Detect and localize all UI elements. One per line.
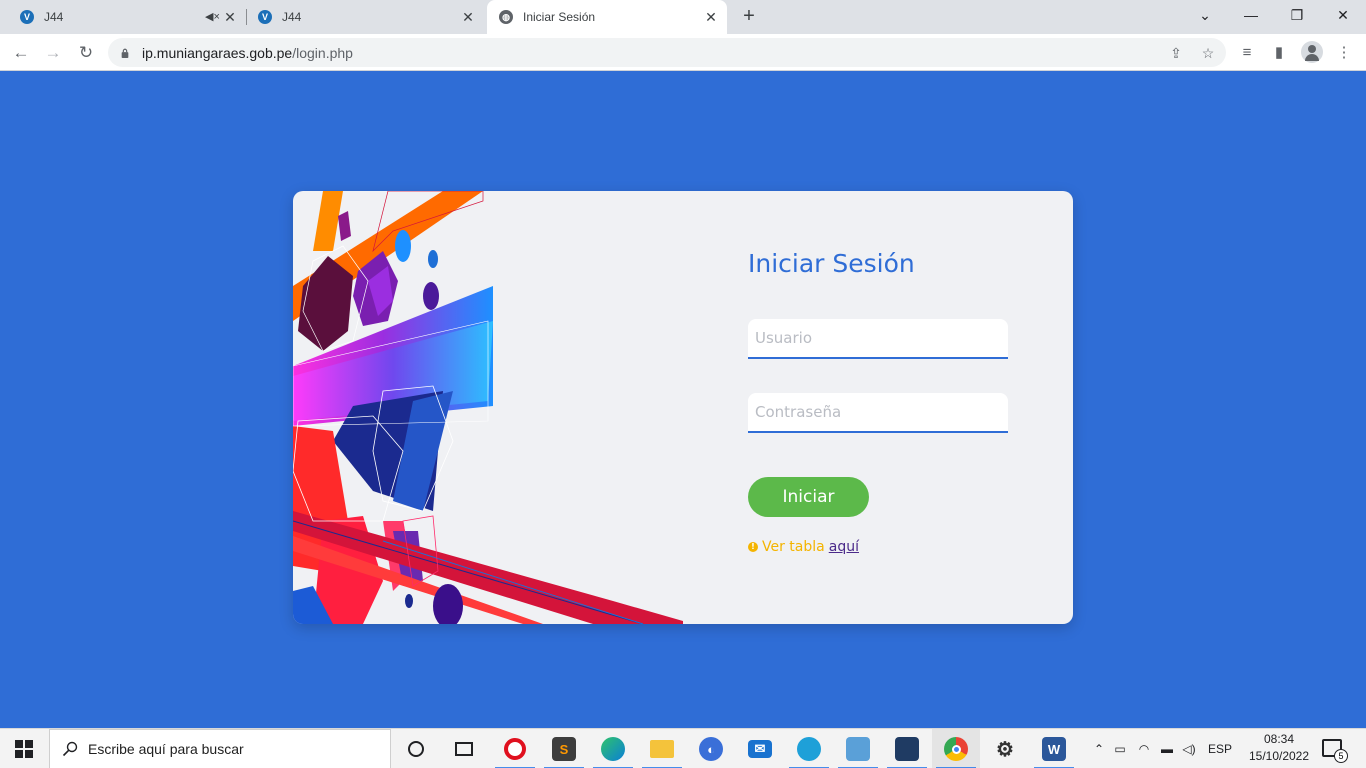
- task-view-icon[interactable]: [440, 729, 488, 768]
- settings-gear-icon[interactable]: ⚙: [981, 729, 1029, 768]
- address-bar[interactable]: ip.muniangaraes.gob.pe/login.php ⇪ ☆: [108, 38, 1226, 67]
- search-icon: [62, 741, 78, 757]
- close-tab-icon[interactable]: ✕: [460, 9, 476, 25]
- show-hidden-icons-chevron-icon[interactable]: ⌃: [1090, 742, 1108, 756]
- input-language[interactable]: ESP: [1208, 742, 1232, 756]
- file-explorer-icon[interactable]: [638, 729, 686, 768]
- app-icon[interactable]: [834, 729, 882, 768]
- bookmark-star-icon[interactable]: ☆: [1198, 43, 1218, 63]
- browser-tab-2[interactable]: V J44 ✕: [258, 0, 484, 34]
- password-field[interactable]: [748, 393, 1008, 433]
- info-circle-icon: !: [748, 542, 758, 552]
- opera-icon[interactable]: [491, 729, 539, 768]
- volume-icon[interactable]: ◁): [1178, 742, 1200, 756]
- side-panel-icon[interactable]: ▮: [1268, 42, 1290, 64]
- app-icon[interactable]: [785, 729, 833, 768]
- tab-divider: [246, 9, 247, 25]
- close-window-button[interactable]: ✕: [1320, 0, 1366, 30]
- lock-icon[interactable]: [120, 48, 130, 58]
- tab-strip: V J44 ◀︎× ✕ V J44 ✕ ◍ Iniciar Sesión ✕ +…: [0, 0, 1366, 34]
- share-icon[interactable]: ⇪: [1166, 43, 1186, 63]
- wifi-icon[interactable]: ◠: [1132, 742, 1156, 756]
- url-text: ip.muniangaraes.gob.pe/login.php: [142, 45, 353, 61]
- username-field[interactable]: [748, 319, 1008, 359]
- speaker-muted-icon[interactable]: ◀︎×: [205, 10, 220, 23]
- meet-now-icon[interactable]: ▭: [1108, 742, 1132, 756]
- site-favicon-icon: V: [258, 10, 272, 24]
- clock-time: 08:34: [1263, 732, 1295, 746]
- info-text: Ver tabla: [762, 539, 825, 555]
- system-tray: ⌃ ▭ ◠ ▬ ◁) ESP: [1090, 729, 1232, 768]
- browser-tab-1[interactable]: V J44 ◀︎× ✕: [20, 0, 247, 34]
- tab-title: Iniciar Sesión: [523, 10, 596, 24]
- close-tab-icon[interactable]: ✕: [703, 9, 719, 25]
- browser-toolbar: ← → ↻ ip.muniangaraes.gob.pe/login.php ⇪…: [0, 34, 1366, 71]
- login-title: Iniciar Sesión: [748, 249, 915, 278]
- chrome-icon[interactable]: [932, 729, 980, 768]
- restore-button[interactable]: ❐: [1274, 0, 1320, 30]
- mail-icon[interactable]: ✉: [736, 729, 784, 768]
- tab-title: J44: [44, 10, 64, 24]
- profile-avatar-icon[interactable]: [1301, 41, 1323, 63]
- windows-logo-icon: [15, 740, 33, 758]
- app-icon[interactable]: ◐: [687, 729, 735, 768]
- start-button[interactable]: [0, 729, 48, 768]
- word-icon[interactable]: W: [1030, 729, 1078, 768]
- globe-icon: ◍: [499, 10, 513, 24]
- taskbar-clock[interactable]: 08:34 15/10/2022: [1244, 731, 1314, 765]
- url-path: /login.php: [292, 44, 353, 61]
- cortana-icon[interactable]: [392, 729, 440, 768]
- back-button[interactable]: ←: [8, 40, 34, 66]
- view-table-link[interactable]: aquí: [829, 539, 859, 555]
- windows-taskbar: Escribe aquí para buscar S ◐ ✉ ⚙ W ⌃ ▭ ◠…: [0, 728, 1366, 768]
- reading-list-icon[interactable]: ≡: [1236, 42, 1258, 64]
- search-placeholder: Escribe aquí para buscar: [88, 741, 244, 757]
- site-favicon-icon: V: [20, 10, 34, 24]
- decorative-abstract-illustration: [293, 191, 683, 624]
- password-input[interactable]: [755, 393, 1008, 431]
- menu-kebab-icon[interactable]: ⋮: [1333, 42, 1355, 64]
- battery-icon[interactable]: ▬: [1156, 742, 1178, 756]
- notification-count-badge: 5: [1334, 749, 1348, 763]
- sublime-text-icon[interactable]: S: [540, 729, 588, 768]
- login-form: Iniciar Sesión Iniciar ! Ver tabla aquí: [748, 191, 1048, 624]
- reload-button[interactable]: ↻: [73, 40, 99, 66]
- mysql-workbench-icon[interactable]: [883, 729, 931, 768]
- clock-date: 15/10/2022: [1248, 749, 1310, 763]
- forward-button[interactable]: →: [40, 40, 66, 66]
- tab-search-chevron-icon[interactable]: ⌄: [1182, 0, 1228, 30]
- username-input[interactable]: [755, 319, 1008, 357]
- new-tab-button[interactable]: +: [738, 6, 760, 28]
- minimize-button[interactable]: —: [1228, 0, 1274, 30]
- notifications-icon[interactable]: 5: [1322, 739, 1348, 763]
- login-submit-button[interactable]: Iniciar: [748, 477, 869, 517]
- info-line: ! Ver tabla aquí: [748, 539, 859, 555]
- close-tab-icon[interactable]: ✕: [222, 9, 238, 25]
- taskbar-search-box[interactable]: Escribe aquí para buscar: [49, 729, 391, 768]
- edge-icon[interactable]: [589, 729, 637, 768]
- login-card: Iniciar Sesión Iniciar ! Ver tabla aquí: [293, 191, 1073, 624]
- browser-tab-active[interactable]: ◍ Iniciar Sesión ✕: [487, 0, 727, 34]
- tab-title: J44: [282, 10, 302, 24]
- url-host: ip.muniangaraes.gob.pe: [142, 44, 293, 61]
